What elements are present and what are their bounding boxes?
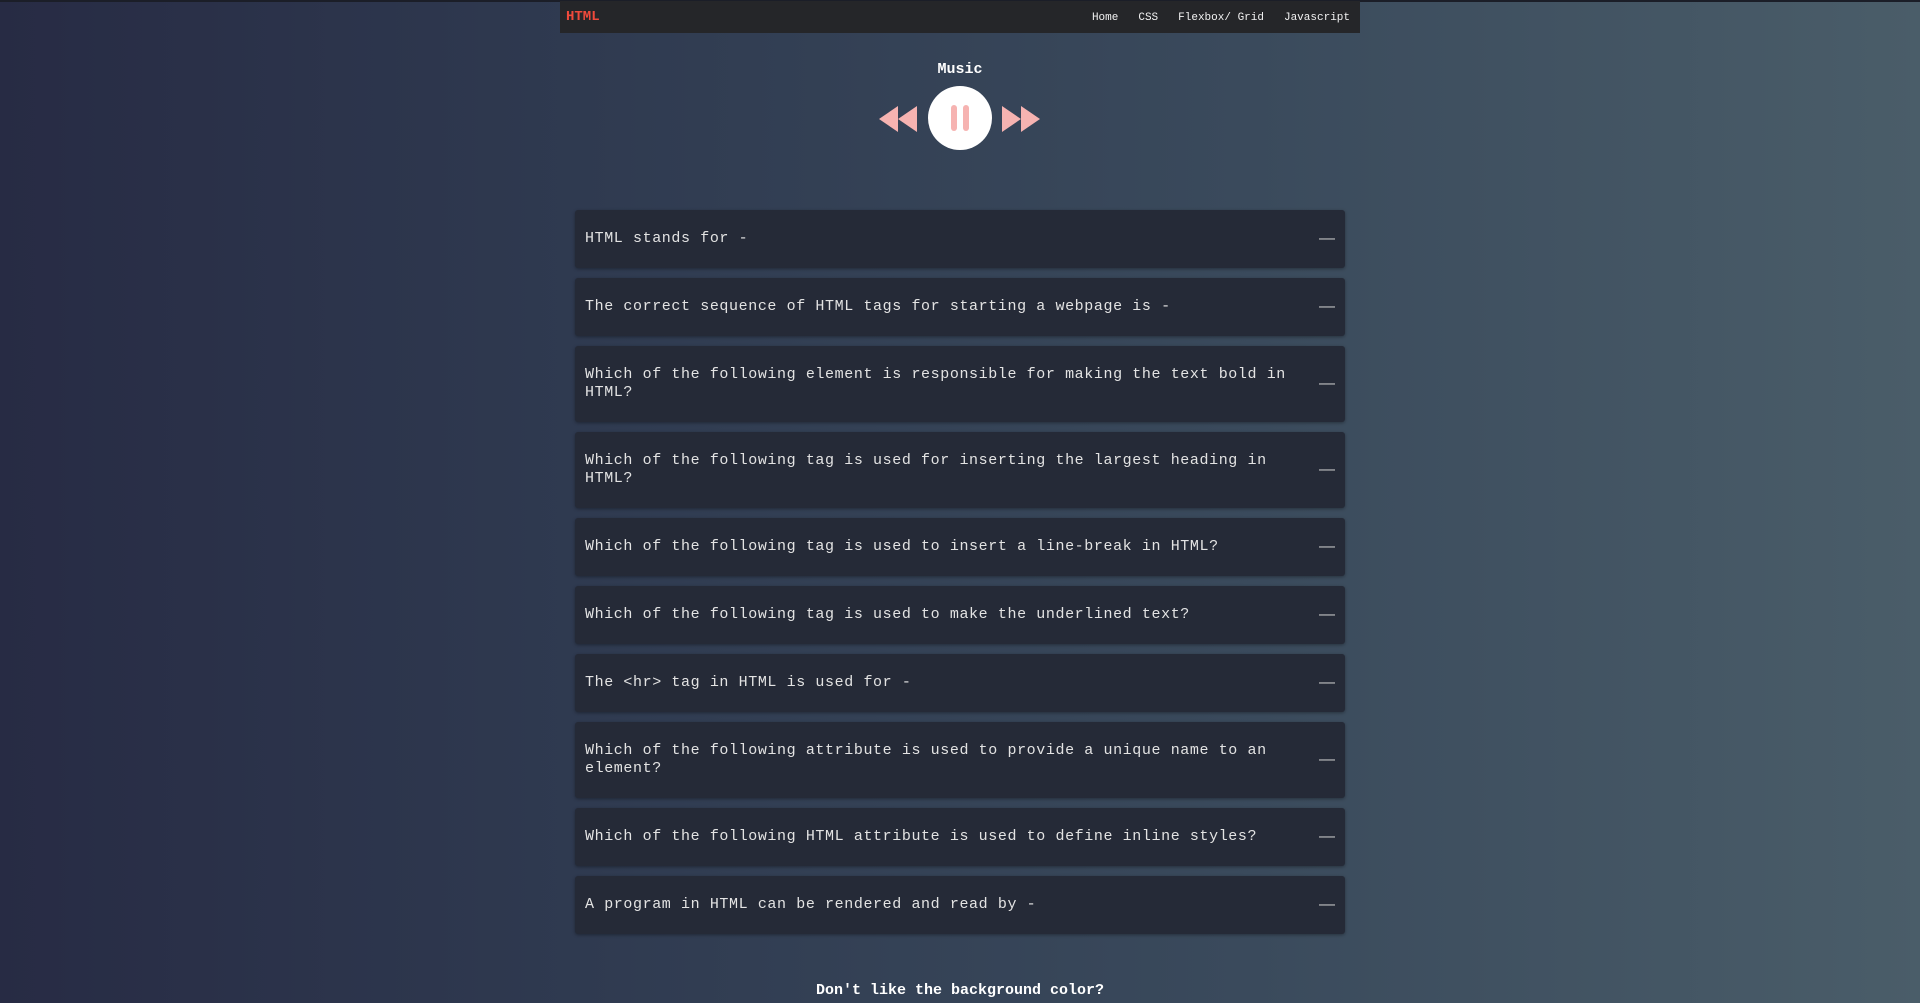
faq-question: The <hr> tag in HTML is used for - bbox=[585, 674, 912, 691]
faq-item[interactable]: Which of the following element is respon… bbox=[575, 346, 1345, 422]
pause-button[interactable] bbox=[928, 86, 992, 150]
faq-question: Which of the following HTML attribute is… bbox=[585, 828, 1258, 845]
nav-link-css[interactable]: CSS bbox=[1138, 12, 1158, 24]
collapse-icon[interactable]: — bbox=[1319, 230, 1335, 248]
faq-list: HTML stands for - — The correct sequence… bbox=[575, 210, 1345, 944]
rewind-button[interactable] bbox=[878, 105, 918, 133]
nav-link-javascript[interactable]: Javascript bbox=[1284, 12, 1350, 24]
collapse-icon[interactable]: — bbox=[1319, 751, 1335, 769]
rewind-icon bbox=[879, 106, 917, 132]
faq-item[interactable]: Which of the following HTML attribute is… bbox=[575, 808, 1345, 866]
music-title: Music bbox=[937, 61, 983, 78]
faq-item[interactable]: Which of the following tag is used for i… bbox=[575, 432, 1345, 508]
navbar: HTML Home CSS Flexbox/ Grid Javascript bbox=[560, 1, 1360, 33]
pause-icon bbox=[951, 105, 969, 131]
collapse-icon[interactable]: — bbox=[1319, 538, 1335, 556]
faq-question: Which of the following tag is used to in… bbox=[585, 538, 1219, 555]
brand-logo[interactable]: HTML bbox=[566, 9, 600, 25]
collapse-icon[interactable]: — bbox=[1319, 375, 1335, 393]
faq-question: Which of the following element is respon… bbox=[585, 366, 1286, 401]
nav-links: Home CSS Flexbox/ Grid Javascript bbox=[1092, 10, 1350, 24]
music-player bbox=[878, 86, 1042, 150]
faq-question: The correct sequence of HTML tags for st… bbox=[585, 298, 1171, 315]
faq-question: Which of the following attribute is used… bbox=[585, 742, 1267, 777]
collapse-icon[interactable]: — bbox=[1319, 298, 1335, 316]
faq-question: Which of the following tag is used for i… bbox=[585, 452, 1267, 487]
background-color-prompt: Don't like the background color? bbox=[815, 982, 1105, 999]
faq-item[interactable]: The <hr> tag in HTML is used for - — bbox=[575, 654, 1345, 712]
faq-question: HTML stands for - bbox=[585, 230, 749, 247]
fast-forward-button[interactable] bbox=[1001, 105, 1041, 133]
collapse-icon[interactable]: — bbox=[1319, 674, 1335, 692]
faq-item[interactable]: Which of the following tag is used to in… bbox=[575, 518, 1345, 576]
collapse-icon[interactable]: — bbox=[1319, 896, 1335, 914]
faq-item[interactable]: HTML stands for - — bbox=[575, 210, 1345, 268]
faq-question: Which of the following tag is used to ma… bbox=[585, 606, 1190, 623]
collapse-icon[interactable]: — bbox=[1319, 606, 1335, 624]
collapse-icon[interactable]: — bbox=[1319, 461, 1335, 479]
nav-link-flexbox-grid[interactable]: Flexbox/ Grid bbox=[1178, 12, 1264, 24]
faq-question: A program in HTML can be rendered and re… bbox=[585, 896, 1037, 913]
faq-item[interactable]: Which of the following attribute is used… bbox=[575, 722, 1345, 798]
fast-forward-icon bbox=[1002, 106, 1040, 132]
faq-item[interactable]: A program in HTML can be rendered and re… bbox=[575, 876, 1345, 934]
nav-link-home[interactable]: Home bbox=[1092, 12, 1118, 24]
faq-item[interactable]: Which of the following tag is used to ma… bbox=[575, 586, 1345, 644]
faq-item[interactable]: The correct sequence of HTML tags for st… bbox=[575, 278, 1345, 336]
collapse-icon[interactable]: — bbox=[1319, 828, 1335, 846]
